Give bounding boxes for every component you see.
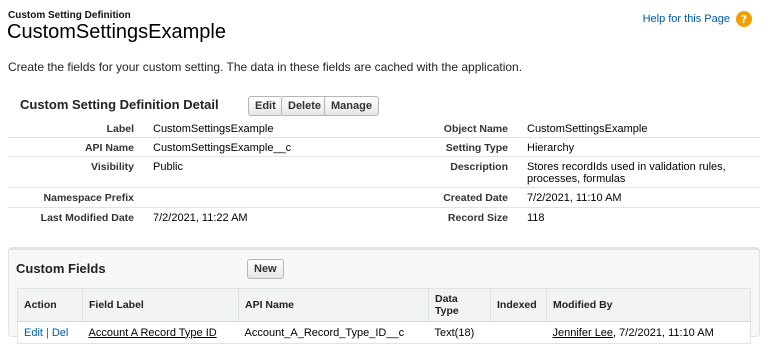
- field-label-link[interactable]: Account A Record Type ID: [89, 327, 217, 339]
- created-date-label: Created Date: [443, 192, 508, 204]
- column-header-data-type: Data Type: [428, 288, 491, 322]
- detail-row: Visibility Public Description Stores rec…: [8, 157, 760, 188]
- api-name-cell: Account_A_Record_Type_ID__c: [244, 326, 405, 339]
- column-header-indexed: Indexed: [490, 288, 547, 322]
- field-label-cell: Account A Record Type ID: [83, 322, 239, 344]
- detail-row: API Name CustomSettingsExample__c Settin…: [8, 138, 760, 157]
- data-type-cell: Text(18): [434, 326, 475, 339]
- indexed-cell: [491, 322, 547, 344]
- record-size-label: Record Size: [447, 212, 508, 224]
- delete-field-link[interactable]: Del: [52, 327, 69, 339]
- visibility-label: Visibility: [91, 161, 134, 173]
- edit-field-link[interactable]: Edit: [24, 327, 43, 339]
- column-header-api-name: API Name: [238, 288, 429, 322]
- detail-row: Label CustomSettingsExample Object Name …: [8, 119, 760, 138]
- label-label: Label: [106, 123, 134, 135]
- detail-heading: Custom Setting Definition Detail: [20, 97, 219, 112]
- label-value: CustomSettingsExample: [153, 123, 274, 135]
- visibility-value: Public: [153, 161, 183, 173]
- created-date-value: 7/2/2021, 11:10 AM: [527, 192, 622, 204]
- edit-button[interactable]: Edit: [248, 96, 283, 116]
- new-field-button[interactable]: New: [247, 259, 284, 279]
- setting-type-value: Hierarchy: [527, 142, 575, 154]
- custom-fields-title: Custom Fields: [16, 261, 106, 276]
- manage-button[interactable]: Manage: [324, 96, 379, 116]
- modified-by-cell: Jennifer Lee, 7/2/2021, 11:10 AM: [547, 322, 751, 344]
- object-name-value: CustomSettingsExample: [527, 123, 648, 135]
- object-name-label: Object Name: [443, 123, 508, 135]
- last-modified-date-label: Last Modified Date: [40, 212, 134, 224]
- delete-button[interactable]: Delete: [281, 96, 329, 116]
- column-header-modified-by: Modified By: [546, 288, 751, 322]
- help-link[interactable]: Help for this Page: [643, 13, 730, 25]
- record-size-value: 118: [527, 212, 545, 224]
- custom-fields-table: Action Field Label API Name Data Type In…: [17, 288, 751, 344]
- action-separator: |: [45, 326, 49, 339]
- detail-table: Label CustomSettingsExample Object Name …: [8, 119, 760, 228]
- description-label: Description: [450, 161, 508, 173]
- question-icon[interactable]: ?: [736, 11, 752, 27]
- modified-by-user-link[interactable]: Jennifer Lee: [553, 327, 614, 339]
- detail-row: Last Modified Date 7/2/2021, 11:22 AM Re…: [8, 208, 760, 228]
- table-header-row: Action Field Label API Name Data Type In…: [17, 288, 751, 322]
- intro-text: Create the fields for your custom settin…: [8, 60, 523, 74]
- description-value: Stores recordIds used in validation rule…: [527, 161, 726, 185]
- custom-fields-panel: Custom Fields New Action Field Label API…: [8, 247, 760, 344]
- action-cell: Edit | Del: [18, 322, 83, 344]
- last-modified-date-value: 7/2/2021, 11:22 AM: [153, 212, 248, 224]
- modified-by-date: , 7/2/2021, 11:10 AM: [613, 326, 714, 339]
- namespace-prefix-label: Namespace Prefix: [43, 192, 134, 204]
- column-header-field-label: Field Label: [82, 288, 239, 322]
- page-breadcrumb: Custom Setting Definition: [8, 10, 131, 21]
- detail-row: Namespace Prefix Created Date 7/2/2021, …: [8, 188, 760, 208]
- help-area: Help for this Page ?: [643, 11, 752, 27]
- api-name-label: API Name: [84, 142, 134, 154]
- api-name-value: CustomSettingsExample__c: [153, 142, 292, 154]
- page-title: CustomSettingsExample: [7, 21, 226, 43]
- table-row: Edit | Del Account A Record Type ID Accoun…: [18, 322, 751, 344]
- column-header-action: Action: [17, 288, 83, 322]
- setting-type-label: Setting Type: [445, 142, 508, 154]
